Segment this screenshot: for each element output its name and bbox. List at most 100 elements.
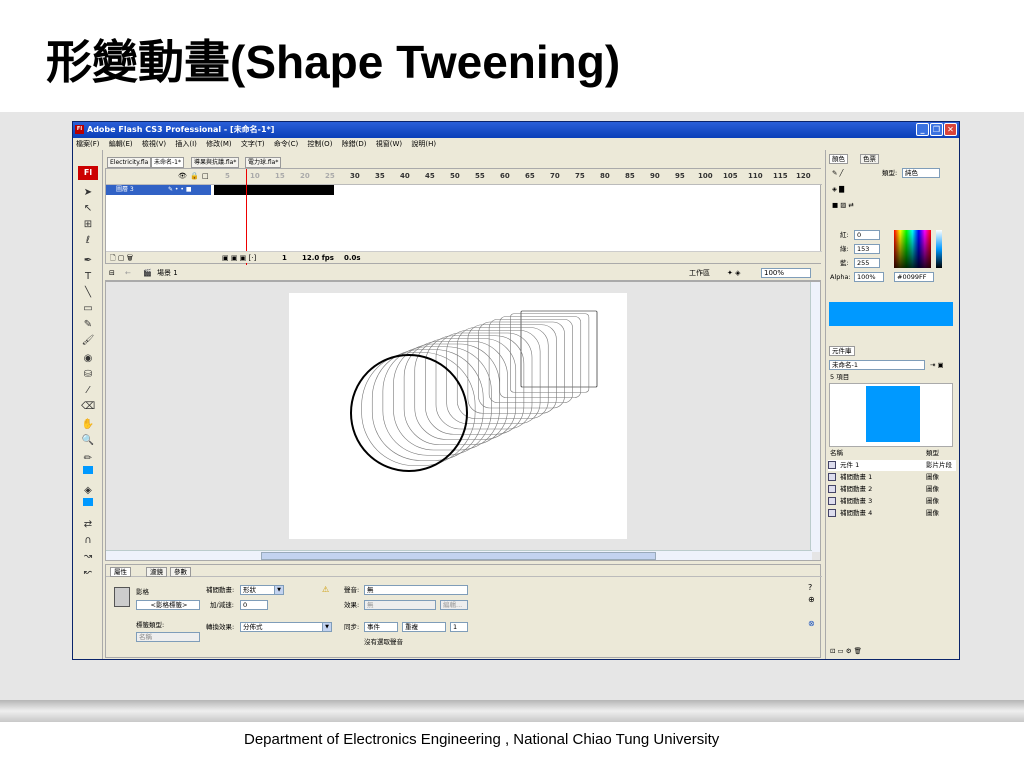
green-field[interactable]: 153 bbox=[854, 244, 880, 254]
menu-edit[interactable]: 編輯(E) bbox=[109, 140, 133, 148]
tween-frames[interactable] bbox=[214, 185, 334, 195]
back-arrow-icon[interactable]: ← bbox=[125, 265, 131, 281]
zoom-field[interactable]: 100% bbox=[761, 268, 811, 278]
doc-tab-4[interactable]: 電力球.fla* bbox=[245, 157, 282, 168]
frame-label-field[interactable]: <影格標籤> bbox=[136, 600, 200, 610]
eye-icon[interactable]: 👁 bbox=[178, 172, 187, 180]
doc-tab-3[interactable]: 導果與抗議.fla* bbox=[191, 157, 240, 168]
ease-field[interactable]: 0 bbox=[240, 600, 268, 610]
menu-modify[interactable]: 修改(M) bbox=[206, 140, 232, 148]
stage[interactable] bbox=[289, 293, 627, 539]
ink-bottle-icon[interactable]: ◉ bbox=[81, 352, 95, 365]
edit-symbol-icon[interactable]: ✦ ◈ bbox=[727, 265, 740, 281]
straighten-icon[interactable]: ↜ bbox=[81, 566, 95, 579]
vertical-scrollbar[interactable] bbox=[810, 282, 820, 552]
paint-bucket-icon[interactable]: ⛁ bbox=[81, 368, 95, 381]
menu-view[interactable]: 檢視(V) bbox=[142, 140, 166, 148]
lock-icon[interactable]: 🔒 bbox=[190, 172, 199, 180]
col-type[interactable]: 類型 bbox=[926, 448, 939, 458]
sync-select[interactable]: 事件 bbox=[364, 622, 398, 632]
doc-tab-untitled[interactable]: 未命名-1* bbox=[151, 157, 184, 168]
edit-button[interactable]: 編輯... bbox=[440, 600, 468, 610]
tween-dropdown-icon[interactable]: ▼ bbox=[274, 585, 284, 595]
blue-field[interactable]: 255 bbox=[854, 258, 880, 268]
text-tool-icon[interactable]: T bbox=[81, 270, 95, 283]
hand-tool-icon[interactable]: ✋ bbox=[81, 418, 95, 431]
scene-label[interactable]: 場景 1 bbox=[157, 265, 178, 281]
list-item[interactable]: 元件 1 影片片段 bbox=[828, 460, 956, 471]
list-item[interactable]: 補間動畫 1 圖像 bbox=[828, 472, 956, 483]
menu-window[interactable]: 視窗(W) bbox=[376, 140, 402, 148]
repeat-count[interactable]: 1 bbox=[450, 622, 468, 632]
menu-control[interactable]: 控制(O) bbox=[307, 140, 332, 148]
doc-tab-electricity[interactable]: Electricity.fla bbox=[107, 157, 152, 168]
fill-swatch[interactable] bbox=[83, 498, 93, 506]
library-footer-icons[interactable]: ⊡ ▭ ⚙ 🗑 bbox=[830, 646, 862, 656]
blend-dropdown-icon[interactable]: ▼ bbox=[322, 622, 332, 632]
line-tool-icon[interactable]: ╲ bbox=[81, 286, 95, 299]
stroke-color-icon[interactable]: ✏ bbox=[81, 452, 95, 465]
lasso-tool-icon[interactable]: ℓ bbox=[81, 234, 95, 247]
type-select[interactable]: 純色 bbox=[902, 168, 940, 178]
smooth-icon[interactable]: ↝ bbox=[81, 550, 95, 563]
outline-icon[interactable]: □ bbox=[202, 172, 209, 180]
subselection-tool-icon[interactable]: ↖ bbox=[81, 202, 95, 215]
tab-properties[interactable]: 屬性 bbox=[110, 567, 131, 577]
info-icon[interactable]: ⊗ bbox=[808, 619, 815, 628]
tab-color[interactable]: 顏色 bbox=[829, 154, 848, 164]
library-document-select[interactable]: 未命名-1 bbox=[829, 360, 925, 370]
zoom-tool-icon[interactable]: 🔍 bbox=[81, 434, 95, 447]
red-field[interactable]: 0 bbox=[854, 230, 880, 240]
tab-filters[interactable]: 濾鏡 bbox=[146, 567, 167, 577]
color-spectrum[interactable] bbox=[894, 230, 931, 268]
alpha-field[interactable]: 100% bbox=[854, 272, 884, 282]
close-icon[interactable]: ✕ bbox=[944, 123, 957, 136]
tab-swatches[interactable]: 色票 bbox=[860, 154, 879, 164]
fill-color-icon[interactable]: ◈ bbox=[81, 484, 95, 497]
help-icon[interactable]: ? bbox=[808, 583, 812, 592]
timeline-toggle-icon[interactable]: ⊟ bbox=[109, 265, 115, 281]
fill-icon[interactable]: ◈ ▇ bbox=[832, 184, 844, 194]
list-item[interactable]: 補間動畫 2 圖像 bbox=[828, 484, 956, 495]
scroll-thumb[interactable] bbox=[261, 552, 656, 560]
snap-magnet-icon[interactable]: ∩ bbox=[81, 534, 95, 547]
swap-icons[interactable]: ■ ▨ ⇄ bbox=[832, 200, 854, 210]
menu-help[interactable]: 說明(H) bbox=[411, 140, 436, 148]
menu-text[interactable]: 文字(T) bbox=[241, 140, 265, 148]
minimize-icon[interactable]: _ bbox=[916, 123, 929, 136]
add-layer-icon[interactable]: 🗋 ▢ 🗑 bbox=[110, 252, 133, 264]
free-transform-icon[interactable]: ⊞ bbox=[81, 218, 95, 231]
accessibility-icon[interactable]: ⊕ bbox=[808, 595, 815, 604]
list-item[interactable]: 補間動畫 4 圖像 bbox=[828, 508, 956, 519]
sound-select[interactable]: 無 bbox=[364, 585, 468, 595]
pen-tool-icon[interactable]: ✒ bbox=[81, 254, 95, 267]
pin-icon[interactable]: ⇥ ▣ bbox=[930, 360, 944, 370]
col-name[interactable]: 名稱 bbox=[830, 448, 843, 458]
menu-commands[interactable]: 命令(C) bbox=[274, 140, 298, 148]
brush-tool-icon[interactable]: 🖌 bbox=[81, 334, 95, 347]
blend-select[interactable]: 分佈式 bbox=[240, 622, 332, 632]
swap-colors-icon[interactable]: ⇄ bbox=[81, 518, 95, 531]
menu-insert[interactable]: 插入(I) bbox=[175, 140, 197, 148]
menu-file[interactable]: 檔案(F) bbox=[76, 140, 100, 148]
layer-row[interactable]: 圖層 3 ✎ • • ■ bbox=[106, 185, 211, 195]
menu-debug[interactable]: 除錯(D) bbox=[342, 140, 367, 148]
tab-library[interactable]: 元件庫 bbox=[829, 346, 855, 356]
hex-field[interactable]: #0099FF bbox=[894, 272, 934, 282]
tab-parameters[interactable]: 參數 bbox=[170, 567, 191, 577]
label-type-select[interactable]: 名稱 bbox=[136, 632, 200, 642]
restore-icon[interactable]: ❐ bbox=[930, 123, 943, 136]
brightness-slider[interactable] bbox=[936, 230, 942, 268]
workspace-button[interactable]: 工作區 bbox=[689, 265, 710, 281]
eyedropper-icon[interactable]: ⁄ bbox=[81, 384, 95, 397]
rectangle-tool-icon[interactable]: ▭ bbox=[81, 302, 95, 315]
stroke-swatch[interactable] bbox=[83, 466, 93, 474]
eraser-tool-icon[interactable]: ⌫ bbox=[81, 400, 95, 413]
pencil-tool-icon[interactable]: ✎ bbox=[81, 318, 95, 331]
warning-icon[interactable]: ⚠ bbox=[322, 585, 329, 594]
list-item[interactable]: 補間動畫 3 圖像 bbox=[828, 496, 956, 507]
horizontal-scrollbar[interactable] bbox=[106, 550, 812, 560]
repeat-select[interactable]: 重複 bbox=[402, 622, 446, 632]
onion-skin-icon[interactable]: ▣ ▣ ▣ [·] bbox=[222, 252, 256, 264]
stroke-icon[interactable]: ✎ ╱ bbox=[832, 168, 843, 178]
